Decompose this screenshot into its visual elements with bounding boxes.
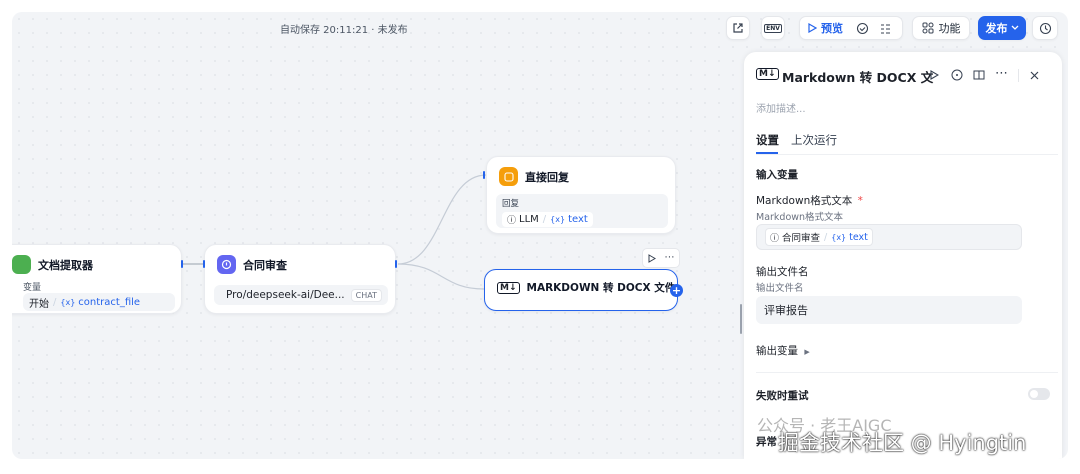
book-icon[interactable] [973,69,985,81]
preview-group: 预览 [799,16,903,40]
preview-label: 预览 [821,22,843,35]
variable-name: contract_file [78,296,141,308]
variable-chip: ⓘ 合同审查 / {x} text [765,228,873,246]
node-contract-review[interactable]: 合同审查 Pro/deepseek-ai/Dee... CHAT [204,244,396,314]
node-config-panel: M↓ Markdown 转 DOCX 文 ⋯ 添加描述... 设置 上次运行 输… [744,52,1062,459]
checklist-icon [856,22,869,35]
output-vars-label: 输出变量 [756,345,798,357]
md-text-field[interactable]: ⓘ 合同审查 / {x} text [756,224,1022,250]
variable-name: text [568,214,588,225]
tab-settings[interactable]: 设置 [756,132,779,148]
node-variable-chip: 开始 / {x} contract_file [23,293,175,311]
play-icon [808,23,817,33]
md-text-label-text: Markdown格式文本 [756,195,853,207]
model-mode-tag: CHAT [350,288,382,302]
env-button[interactable]: ENV [761,16,785,40]
publish-label: 发布 [985,22,1008,35]
model-selector[interactable]: Pro/deepseek-ai/Dee... CHAT [214,285,388,305]
output-filename-value: 评审报告 [764,304,808,317]
tab-last-run[interactable]: 上次运行 [791,132,837,148]
description-input[interactable]: 添加描述... [756,100,806,115]
reply-content: 回复 ⓘ LLM / {x} text [496,194,668,228]
close-icon[interactable] [1030,71,1039,80]
node-direct-reply[interactable]: 直接回复 回复 ⓘ LLM / {x} text [486,156,676,234]
preview-button[interactable]: 预览 [808,20,843,36]
workflow-canvas[interactable]: 自动保存 20:11:21 · 未发布 ENV 预览 功能 发布 文档提取器 变… [12,12,1068,459]
env-icon: ENV [764,23,782,33]
output-vars-toggle[interactable]: 输出变量 ▶ [756,343,810,358]
markdown-icon: M↓ [756,68,779,80]
retry-toggle[interactable] [1028,388,1050,400]
panel-divider [756,372,1058,373]
more-icon[interactable]: ⋯ [665,253,675,263]
node-title: 合同审查 [243,258,287,272]
variables-button[interactable] [879,22,892,35]
required-mark: * [857,195,863,207]
autosave-status: 自动保存 20:11:21 · 未发布 [280,25,408,36]
history-icon [1039,22,1051,34]
panel-title[interactable]: Markdown 转 DOCX 文 [782,67,933,86]
variable-source: 合同审查 [782,233,821,244]
node-document-extractor[interactable]: 文档提取器 变量 开始 / {x} contract_file [12,244,182,314]
output-filename-input[interactable]: 评审报告 [756,296,1022,324]
output-handle[interactable] [181,260,183,268]
variable-icon: {x} [831,232,847,242]
external-link-icon [733,23,743,33]
markdown-icon: M↓ [497,281,520,294]
input-handle[interactable] [483,171,485,179]
retry-label: 失败时重试 [756,390,809,402]
features-label: 功能 [938,22,961,35]
variable-source: LLM [519,214,539,225]
apps-icon [922,22,933,34]
exception-label: 异常 [756,436,777,448]
node-markdown-to-docx[interactable]: M↓ MARKDOWN 转 DOCX 文件 [484,269,678,311]
variable-icon: {x} [60,297,76,307]
input-vars-heading: 输入变量 [756,169,798,181]
chevron-down-icon [1011,25,1018,30]
features-button[interactable]: 功能 [912,16,970,40]
reply-icon [499,167,518,186]
watermark-juejin: 掘金技术社区 @ Hyingtin [778,431,1027,455]
history-button[interactable] [1032,16,1058,40]
variable-name: text [849,231,868,243]
llm-small-icon: ⓘ [770,233,780,244]
input-handle[interactable] [203,260,205,268]
md-text-label: Markdown格式文本 * [756,193,863,208]
output-filename-label: 输出文件名 [756,266,809,278]
panel-divider [1018,69,1019,82]
node-title: 直接回复 [525,170,569,184]
share-button[interactable] [726,16,750,40]
add-next-node-button[interactable]: + [670,284,683,297]
variable-icon: {x} [550,215,566,224]
variable-source: 开始 [29,298,49,310]
llm-small-icon: ⓘ [507,216,517,226]
run-icon[interactable] [930,70,939,80]
node-title: 文档提取器 [38,258,93,272]
run-node-icon[interactable] [648,253,656,263]
output-filename-description: 输出文件名 [756,283,804,294]
document-extractor-icon [12,255,31,274]
info-icon[interactable] [951,69,963,81]
checklist-button[interactable] [856,22,869,35]
llm-icon [217,255,236,274]
node-quick-actions: ⋯ [642,248,680,268]
node-title: MARKDOWN 转 DOCX 文件 [526,282,676,294]
more-icon[interactable]: ⋯ [995,66,1008,81]
reply-variable-chip: ⓘ LLM / {x} text [502,212,593,227]
reply-label: 回复 [502,199,520,209]
model-name: Pro/deepseek-ai/Dee... [226,289,345,301]
md-text-description: Markdown格式文本 [756,212,844,223]
panel-resize-handle[interactable] [740,304,742,334]
tabs-divider [756,154,1058,155]
list-icon [881,24,890,34]
node-input-label: 变量 [23,283,42,293]
output-handle[interactable] [395,260,397,268]
chevron-right-icon: ▶ [804,348,810,356]
publish-button[interactable]: 发布 [978,16,1026,40]
